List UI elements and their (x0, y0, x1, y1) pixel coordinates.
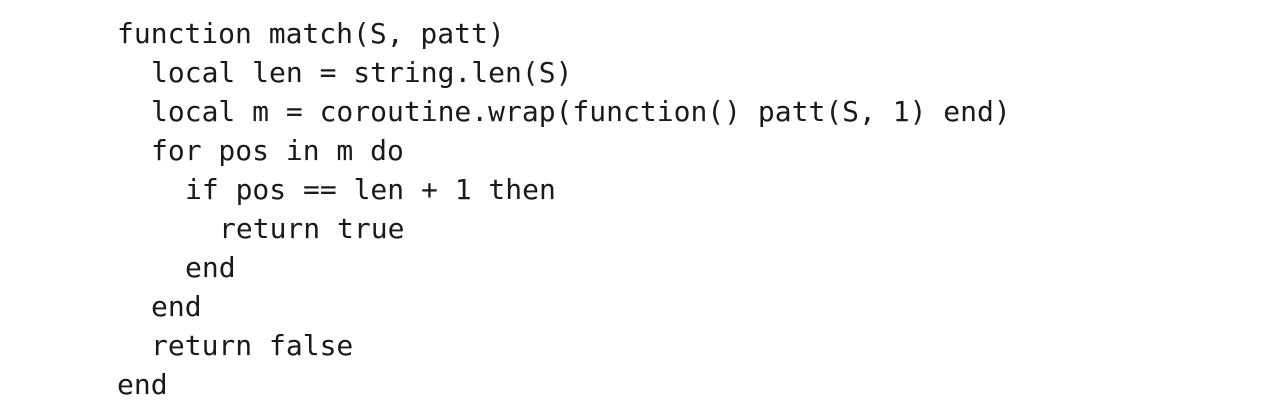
code-line-local-len: local len = string.len(S) (151, 56, 573, 89)
code-line-for-loop: for pos in m do (151, 134, 404, 167)
code-listing: function match(S, patt) local len = stri… (117, 14, 1011, 404)
code-line-end-if: end (185, 251, 236, 284)
code-line-end-function: end (117, 368, 168, 401)
code-line-if-check: if pos == len + 1 then (185, 173, 556, 206)
code-line-function-header: function match(S, patt) (117, 17, 505, 50)
code-line-return-true: return true (219, 212, 405, 245)
code-line-local-m: local m = coroutine.wrap(function() patt… (151, 95, 1011, 128)
code-line-end-for: end (151, 290, 202, 323)
code-line-return-false: return false (151, 329, 354, 362)
